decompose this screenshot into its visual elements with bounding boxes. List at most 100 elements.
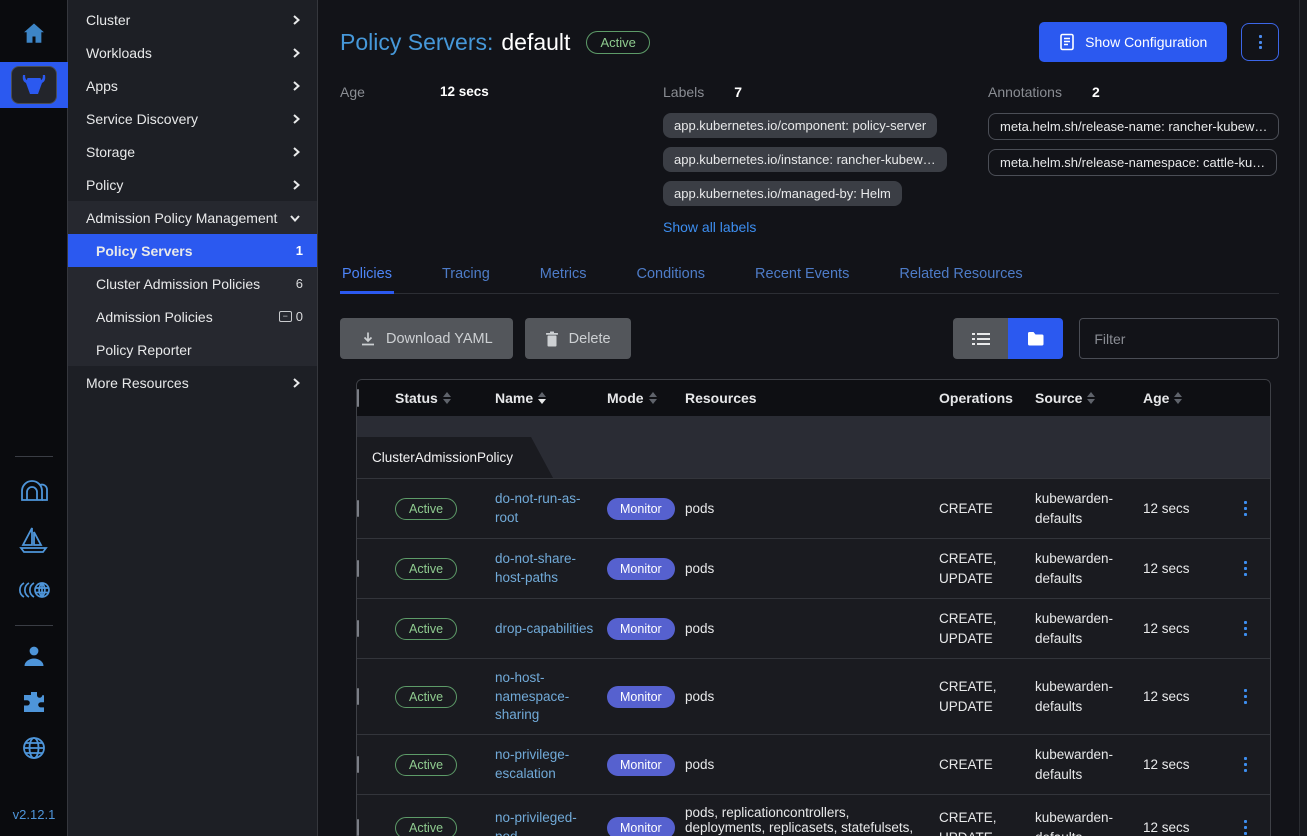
- row-age: 12 secs: [1143, 609, 1228, 649]
- row-checkbox[interactable]: [357, 560, 359, 577]
- sidebar-item-policy[interactable]: Policy: [68, 168, 317, 201]
- policy-name-link[interactable]: no-host-namespace-sharing: [495, 669, 599, 724]
- column-header-status[interactable]: Status: [395, 390, 495, 406]
- row-source: kubewarden-defaults: [1035, 599, 1143, 658]
- kebab-icon: [1259, 33, 1262, 52]
- row-kebab-menu-button[interactable]: [1228, 561, 1262, 576]
- extensions-icon[interactable]: [14, 686, 54, 718]
- sidebar-item-cluster[interactable]: Cluster: [68, 3, 317, 36]
- tab-metrics[interactable]: Metrics: [538, 257, 589, 293]
- cluster-arch-icon[interactable]: [14, 473, 54, 507]
- column-header-operations[interactable]: Operations: [939, 390, 1035, 406]
- sidebar-item-label: Policy Reporter: [96, 342, 192, 358]
- tab-related-resources[interactable]: Related Resources: [897, 257, 1024, 293]
- annotation-chip: meta.helm.sh/release-name: rancher-kubew…: [988, 113, 1279, 140]
- scrollbar-track[interactable]: [1299, 0, 1307, 836]
- tab-conditions[interactable]: Conditions: [635, 257, 708, 293]
- main-content: Policy Servers: default Active Show Conf…: [318, 0, 1307, 836]
- sidebar-item-more-resources[interactable]: More Resources: [68, 366, 317, 399]
- row-resources: pods: [685, 491, 939, 526]
- row-checkbox[interactable]: [357, 756, 359, 773]
- row-checkbox[interactable]: [357, 500, 359, 517]
- age-section: Age 12 secs: [340, 84, 663, 100]
- sidebar-item-policy-reporter[interactable]: Policy Reporter: [68, 333, 317, 366]
- cluster-fleet-icon[interactable]: [14, 573, 54, 607]
- table-row: Active no-privileged-pod Monitor pods, r…: [357, 794, 1270, 836]
- header-kebab-menu-button[interactable]: [1241, 23, 1279, 61]
- tab-policies[interactable]: Policies: [340, 257, 394, 293]
- sidebar-item-admission-policies[interactable]: Admission Policies −0: [68, 300, 317, 333]
- sidebar-item-service-discovery[interactable]: Service Discovery: [68, 102, 317, 135]
- row-kebab-menu-button[interactable]: [1228, 689, 1262, 704]
- column-header-age[interactable]: Age: [1143, 390, 1228, 406]
- tab-recent-events[interactable]: Recent Events: [753, 257, 851, 293]
- namespace-filter-icon: −: [279, 311, 292, 322]
- list-view-button[interactable]: [953, 318, 1008, 359]
- select-all-checkbox[interactable]: [357, 389, 359, 407]
- delete-button[interactable]: Delete: [525, 318, 631, 359]
- row-age: 12 secs: [1143, 677, 1228, 717]
- download-yaml-button[interactable]: Download YAML: [340, 318, 513, 359]
- resource-metadata: Age 12 secs Labels 7 app.kubernetes.io/c…: [340, 84, 1279, 235]
- sidebar-item-label: Admission Policies: [96, 309, 213, 325]
- mode-badge: Monitor: [607, 817, 675, 836]
- user-icon[interactable]: [14, 640, 54, 672]
- column-header-name[interactable]: Name: [495, 390, 607, 406]
- column-header-source[interactable]: Source: [1035, 390, 1143, 406]
- row-kebab-menu-button[interactable]: [1228, 820, 1262, 835]
- row-kebab-menu-button[interactable]: [1228, 621, 1262, 636]
- group-label-tab: ClusterAdmissionPolicy: [357, 437, 553, 478]
- chevron-down-icon: [289, 213, 301, 223]
- policy-name-link[interactable]: no-privileged-pod: [495, 809, 599, 836]
- sidebar-item-policy-servers[interactable]: Policy Servers 1: [68, 234, 317, 267]
- kubewarden-icon: [11, 66, 57, 104]
- row-operations: CREATE: [939, 745, 1035, 785]
- sidebar-item-cluster-admission-policies[interactable]: Cluster Admission Policies 6: [68, 267, 317, 300]
- policy-name-link[interactable]: do-not-run-as-root: [495, 490, 599, 526]
- show-all-labels-link[interactable]: Show all labels: [663, 219, 756, 235]
- item-count-badge: 6: [296, 276, 303, 291]
- column-header-resources[interactable]: Resources: [685, 390, 939, 406]
- row-checkbox[interactable]: [357, 819, 359, 836]
- globe-icon[interactable]: [14, 732, 54, 764]
- annotation-chip: meta.helm.sh/release-namespace: cattle-k…: [988, 149, 1277, 176]
- row-checkbox[interactable]: [357, 620, 359, 637]
- page-title-name: default: [501, 29, 570, 56]
- active-product-highlight[interactable]: [0, 62, 68, 108]
- policy-name-link[interactable]: no-privilege-escalation: [495, 746, 599, 782]
- label-chip: app.kubernetes.io/managed-by: Helm: [663, 181, 902, 206]
- sidebar-item-admission-policy-management[interactable]: Admission Policy Management: [68, 201, 317, 234]
- policy-name-link[interactable]: do-not-share-host-paths: [495, 550, 599, 586]
- sidebar-item-storage[interactable]: Storage: [68, 135, 317, 168]
- row-age: 12 secs: [1143, 808, 1228, 836]
- home-button[interactable]: [0, 12, 68, 56]
- row-operations: CREATE: [939, 489, 1035, 529]
- row-kebab-menu-button[interactable]: [1228, 501, 1262, 516]
- row-checkbox[interactable]: [357, 688, 359, 705]
- row-operations: CREATE, UPDATE: [939, 798, 1035, 836]
- cluster-sailboat-icon[interactable]: [14, 523, 54, 557]
- row-kebab-menu-button[interactable]: [1228, 757, 1262, 772]
- tab-tracing[interactable]: Tracing: [440, 257, 492, 293]
- view-toggle: [953, 318, 1063, 359]
- folder-icon: [1027, 331, 1045, 346]
- sidebar-item-workloads[interactable]: Workloads: [68, 36, 317, 69]
- chevron-right-icon: [291, 146, 301, 158]
- icon-rail: v2.12.1: [0, 0, 68, 836]
- table-row: Active drop-capabilities Monitor pods CR…: [357, 598, 1270, 658]
- column-header-mode[interactable]: Mode: [607, 390, 685, 406]
- sort-icon: [538, 392, 546, 404]
- row-resources: pods: [685, 679, 939, 714]
- page-title-resource: Policy Servers:: [340, 29, 493, 56]
- policy-name-link[interactable]: drop-capabilities: [495, 620, 593, 638]
- item-count-badge: 1: [296, 243, 303, 258]
- sidebar-item-apps[interactable]: Apps: [68, 69, 317, 102]
- chevron-right-icon: [291, 377, 301, 389]
- age-value: 12 secs: [440, 84, 489, 100]
- row-source: kubewarden-defaults: [1035, 539, 1143, 598]
- table-row: Active no-host-namespace-sharing Monitor…: [357, 658, 1270, 734]
- row-operations: CREATE, UPDATE: [939, 539, 1035, 598]
- show-configuration-button[interactable]: Show Configuration: [1039, 22, 1227, 62]
- group-view-button[interactable]: [1008, 318, 1063, 359]
- filter-input[interactable]: [1079, 318, 1279, 359]
